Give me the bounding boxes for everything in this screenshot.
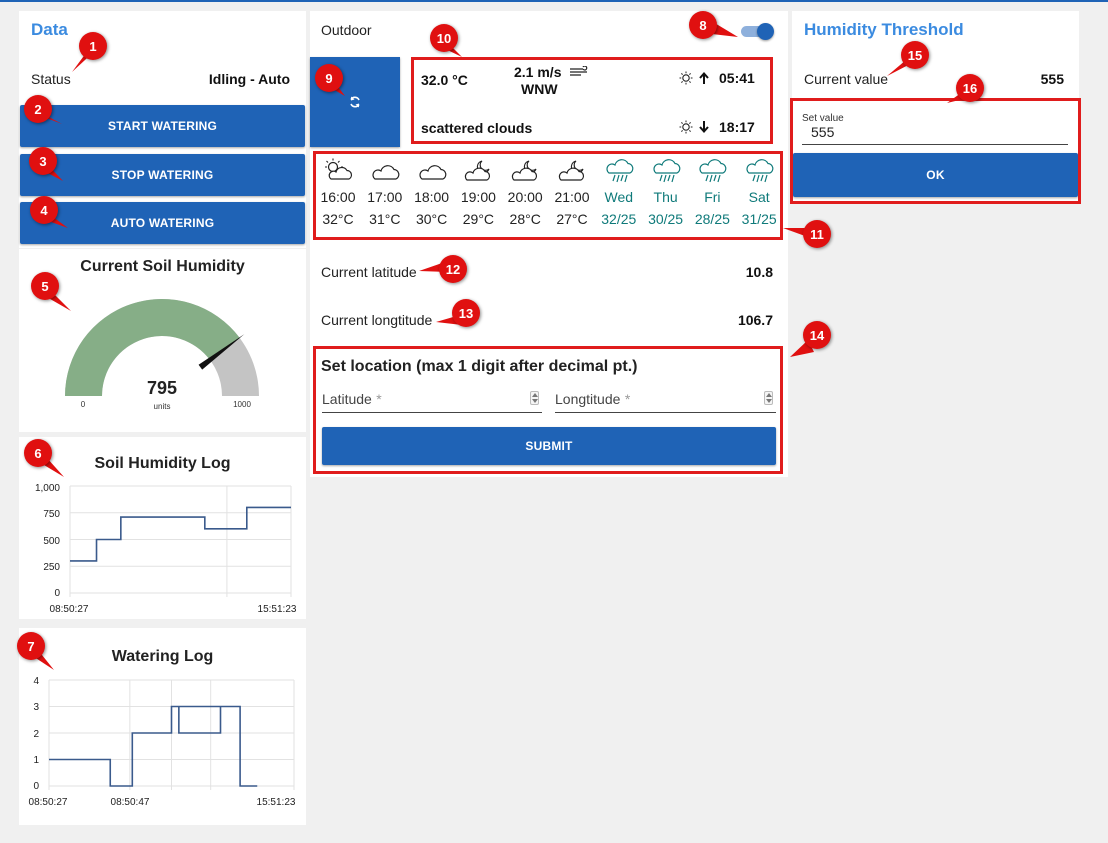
annotation-badge-15: 15	[901, 41, 929, 69]
annotation-badge-8: 8	[689, 11, 717, 39]
annotation-badge-13: 13	[452, 299, 480, 327]
annotation-badge-7: 7	[17, 632, 45, 660]
annotation-badge-9: 9	[315, 64, 343, 92]
annotation-badge-1: 1	[79, 32, 107, 60]
annotation-badge-2: 2	[24, 95, 52, 123]
annotation-badge-5: 5	[31, 272, 59, 300]
annotation-badge-14: 14	[803, 321, 831, 349]
annotation-badge-3: 3	[29, 147, 57, 175]
annotation-badge-10: 10	[430, 24, 458, 52]
annotation-badge-12: 12	[439, 255, 467, 283]
annotation-badge-16: 16	[956, 74, 984, 102]
annotation-pointers	[25, 22, 972, 670]
annotation-badge-11: 11	[803, 220, 831, 248]
annotation-badge-6: 6	[24, 439, 52, 467]
annotation-badge-4: 4	[30, 196, 58, 224]
